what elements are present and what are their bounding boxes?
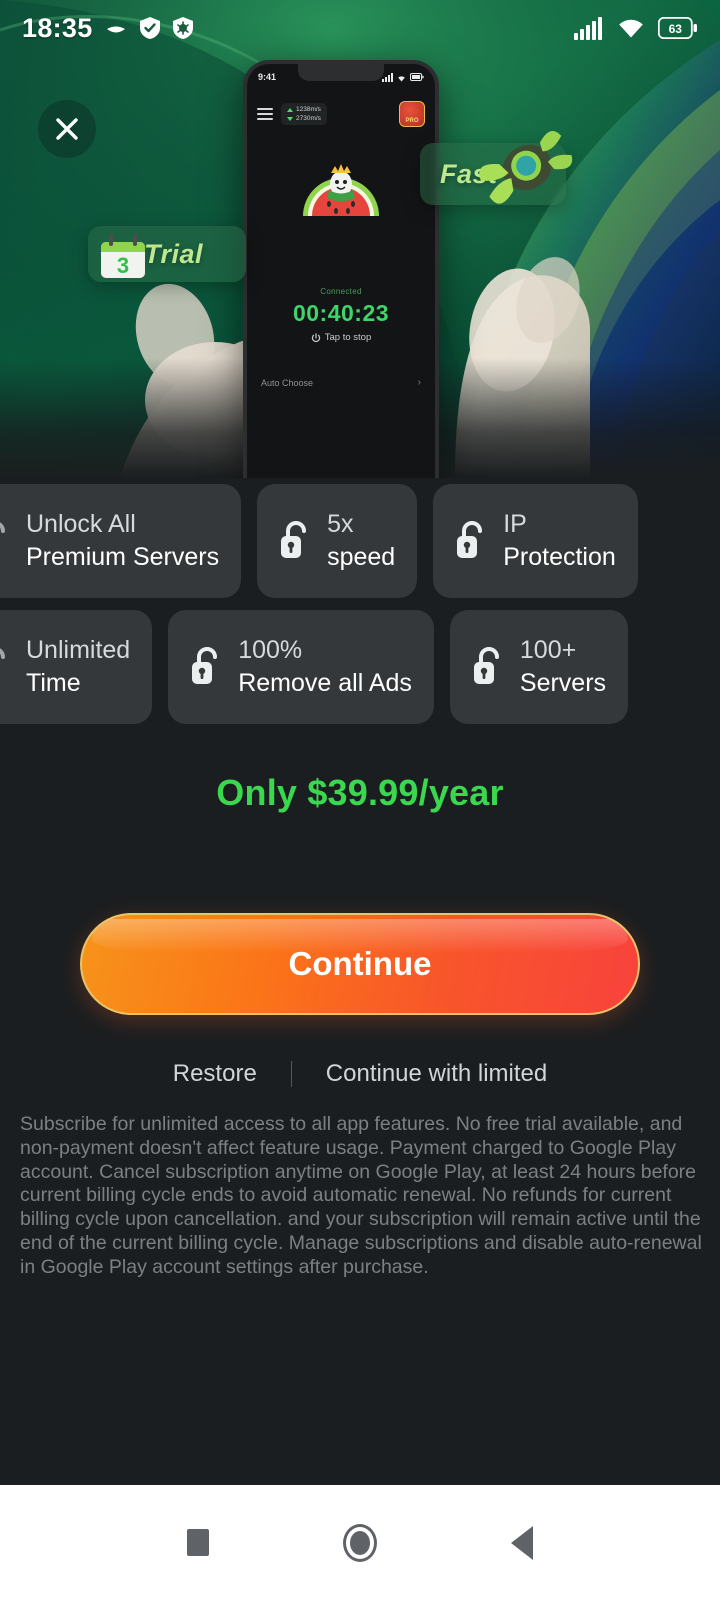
system-statusbar: 18:35 63 xyxy=(0,0,720,56)
feature-chip-line1: 100% xyxy=(238,636,303,664)
feature-chip[interactable]: 100+ Servers xyxy=(449,610,629,724)
upload-arrow-icon xyxy=(287,107,293,112)
feature-chip[interactable]: 100% Remove all Ads xyxy=(168,610,434,724)
legal-disclaimer: Subscribe for unlimited access to all ap… xyxy=(20,1113,702,1278)
security-bug-icon xyxy=(172,17,193,39)
continue-with-limited-link[interactable]: Continue with limited xyxy=(326,1060,547,1088)
feature-chip-line2: Remove all Ads xyxy=(238,669,412,697)
calendar-day-number: 3 xyxy=(117,253,129,278)
calendar-icon: 3 xyxy=(96,232,152,287)
upload-speed-row: 1238m/s xyxy=(287,106,321,113)
phone-mockup: 9:41 1238m/s 2730m/s PRO Connected 00:40… xyxy=(243,60,439,478)
feature-chip-line2: Protection xyxy=(503,543,616,571)
restore-link[interactable]: Restore xyxy=(173,1060,257,1088)
moon-icon xyxy=(106,26,125,33)
unlock-icon xyxy=(279,518,313,565)
feature-chip-text: Unlock All Premium Servers xyxy=(26,508,219,574)
feature-chip[interactable]: 5x speed xyxy=(257,484,418,598)
price-label: Only $39.99/year xyxy=(216,772,504,813)
phone-statusbar: 9:41 xyxy=(247,69,435,85)
continue-button-label: Continue xyxy=(288,945,432,982)
secondary-links: Restore Continue with limited xyxy=(0,1060,720,1088)
speed-indicator: 1238m/s 2730m/s xyxy=(281,103,327,125)
continue-button[interactable]: Continue xyxy=(80,913,640,1015)
connection-status-block: Connected 00:40:23 Tap to stop xyxy=(247,287,435,343)
back-triangle-icon[interactable] xyxy=(511,1525,533,1560)
phone-topbar: 1238m/s 2730m/s PRO xyxy=(247,94,435,134)
phone-status-time: 9:41 xyxy=(258,72,277,82)
unlock-icon xyxy=(0,518,12,565)
feature-chip-line2: Time xyxy=(26,669,81,697)
statusbar-right: 63 xyxy=(574,16,698,40)
trial-badge: 3 Trial xyxy=(88,226,246,282)
shield-check-icon xyxy=(139,17,160,39)
feature-chip-line2: Servers xyxy=(519,669,607,697)
feature-chip-text: IP Protection xyxy=(503,508,616,574)
download-speed-value: 2730m/s xyxy=(296,115,321,122)
feature-row-2[interactable]: Unlimited Time 100% Remove all Ads 100+ … xyxy=(0,610,720,724)
feature-chip-text: Unlimited Time xyxy=(26,634,130,700)
unlock-icon xyxy=(472,644,506,691)
feature-chip[interactable]: IP Protection xyxy=(433,484,638,598)
link-divider xyxy=(290,1061,292,1087)
unlock-icon xyxy=(455,518,489,565)
feature-chip-text: 100+ Servers xyxy=(520,634,606,700)
feature-chip-line1: 100+ xyxy=(519,636,577,664)
statusbar-left: 18:35 xyxy=(22,13,194,44)
feature-chip-line2: speed xyxy=(327,543,396,571)
connected-label: Connected xyxy=(320,287,362,296)
unlock-icon xyxy=(0,644,12,691)
feature-chip-line1: Unlimited xyxy=(26,636,131,664)
feature-chip-text: 100% Remove all Ads xyxy=(238,634,412,700)
feature-chip-line1: Unlock All xyxy=(26,510,136,538)
feature-row-1[interactable]: Unlock All Premium Servers 5x speed IP P… xyxy=(0,484,720,598)
watermelon-mascot-icon xyxy=(293,160,389,251)
hamburger-menu-icon[interactable] xyxy=(257,108,273,120)
trial-badge-label: Trial xyxy=(144,238,204,269)
close-icon xyxy=(56,118,78,140)
phone-status-icons xyxy=(382,72,424,82)
recents-square-icon[interactable] xyxy=(187,1529,209,1556)
tap-to-stop-row[interactable]: Tap to stop xyxy=(247,332,435,343)
server-name-label: Auto Choose xyxy=(261,377,314,388)
connection-timer: 00:40:23 xyxy=(292,300,390,326)
feature-chip-line1: IP xyxy=(503,510,527,538)
android-navigation-bar xyxy=(0,1485,720,1600)
server-selector-row[interactable]: Auto Choose › xyxy=(247,377,435,388)
statusbar-clock: 18:35 xyxy=(22,12,93,43)
close-button[interactable] xyxy=(38,100,96,158)
feature-chip[interactable]: Unlock All Premium Servers xyxy=(0,484,242,598)
feature-chip-text: 5x speed xyxy=(327,508,395,574)
power-icon xyxy=(311,332,320,342)
download-speed-row: 2730m/s xyxy=(287,115,321,122)
phone-signal-icon xyxy=(382,72,393,82)
home-circle-icon[interactable] xyxy=(343,1523,377,1562)
rocket-icon xyxy=(474,121,584,226)
upload-speed-value: 1238m/s xyxy=(296,106,321,113)
feature-chip-line2: Premium Servers xyxy=(26,543,220,571)
chevron-right-icon: › xyxy=(417,377,421,388)
feature-chips-section: Unlock All Premium Servers 5x speed IP P… xyxy=(0,484,720,736)
hero-banner: 9:41 1238m/s 2730m/s PRO Connected 00:40… xyxy=(0,0,720,478)
battery-percent-label: 63 xyxy=(669,22,683,36)
phone-battery-icon xyxy=(410,73,424,81)
signal-icon xyxy=(574,17,602,40)
battery-icon: 63 xyxy=(658,17,697,39)
pro-badge-label: PRO xyxy=(405,118,419,124)
unlock-icon xyxy=(190,644,224,691)
download-arrow-icon xyxy=(287,116,293,121)
tap-to-stop-label: Tap to stop xyxy=(324,332,372,343)
phone-wifi-icon xyxy=(398,75,405,81)
pro-badge-icon: PRO xyxy=(399,101,425,127)
wifi-icon xyxy=(619,19,643,38)
feature-chip-line1: 5x xyxy=(327,510,354,538)
fast-badge: Fast xyxy=(420,130,573,205)
cta-container: Continue xyxy=(0,913,720,1015)
feature-chip[interactable]: Unlimited Time xyxy=(0,610,153,724)
